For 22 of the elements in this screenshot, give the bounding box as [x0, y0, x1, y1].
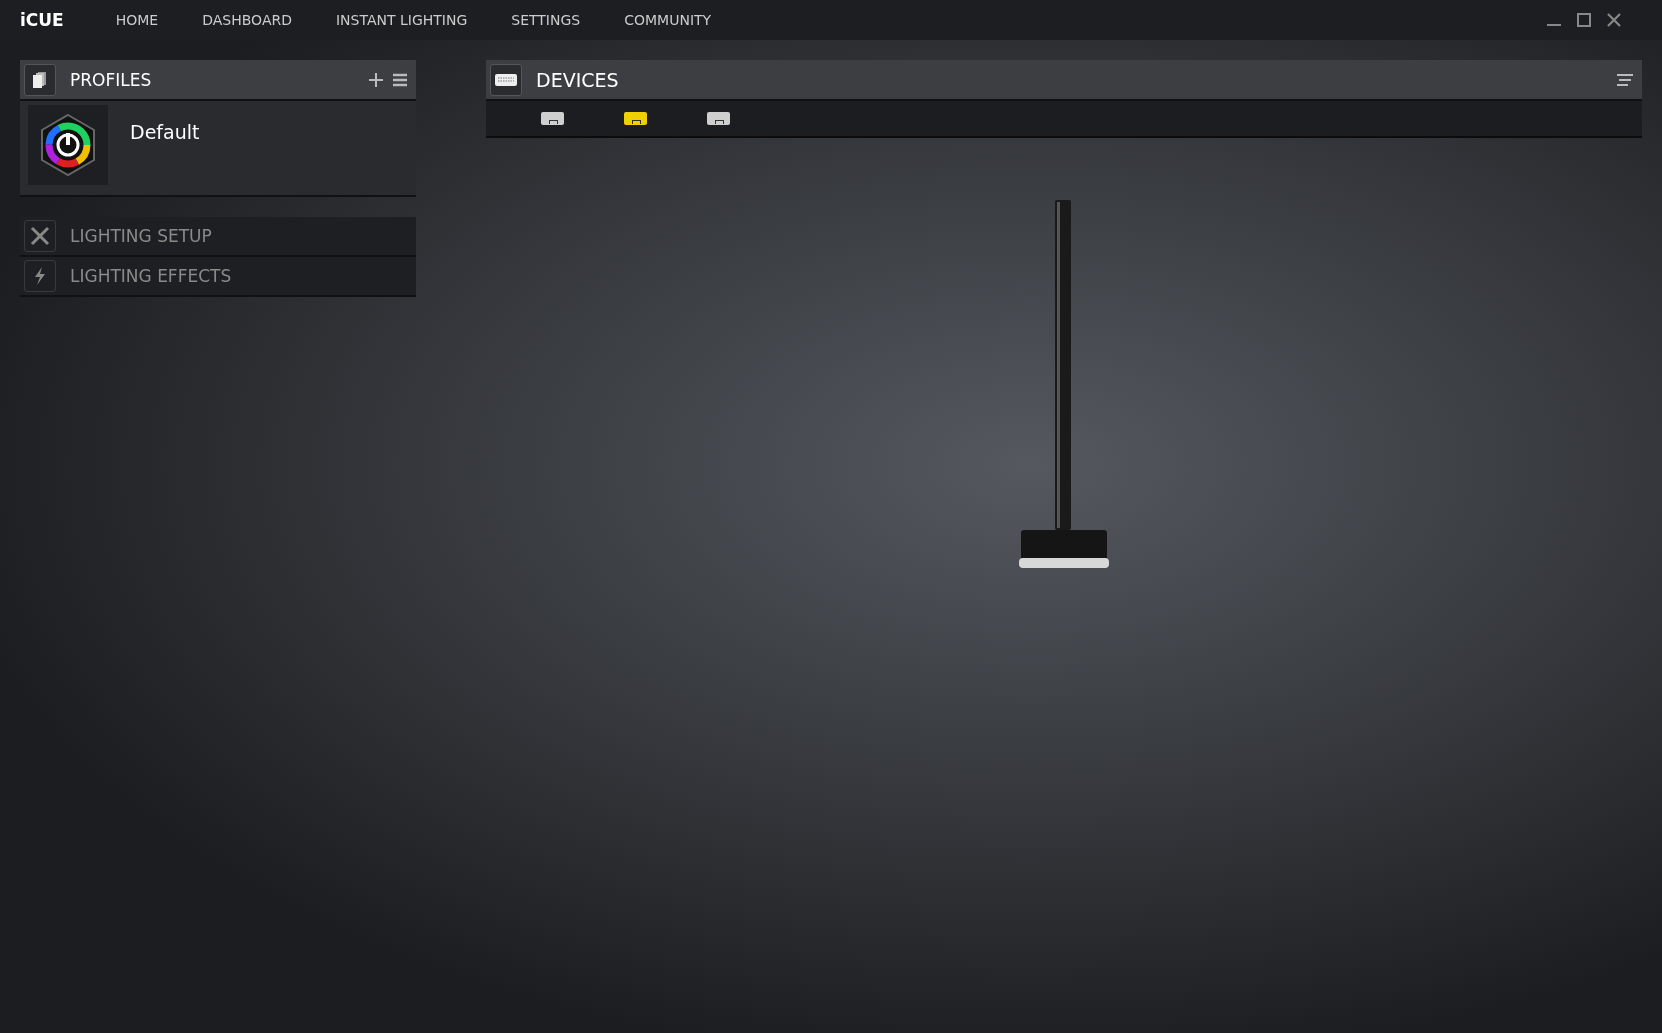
nav-tab[interactable]: DASHBOARD [180, 12, 314, 28]
close-icon[interactable] [1606, 12, 1622, 28]
profiles-title: PROFILES [70, 69, 153, 90]
device-tab[interactable] [707, 112, 730, 125]
nav-tab[interactable]: SETTINGS [489, 12, 603, 28]
nav-tab[interactable]: INSTANT LIGHTING [313, 12, 490, 28]
profile-logo-icon [28, 105, 108, 185]
menu-icon[interactable] [392, 71, 408, 88]
sort-icon[interactable] [1616, 72, 1634, 87]
add-icon[interactable] [368, 71, 384, 88]
keyboard-icon [490, 63, 522, 96]
device-tab[interactable] [541, 112, 564, 125]
profile-item[interactable]: Default [20, 101, 416, 197]
section-button[interactable]: LIGHTING SETUP [20, 217, 416, 257]
section-button[interactable]: LIGHTING EFFECTS [20, 257, 416, 297]
app-logo: iCUE [20, 10, 64, 30]
maximize-icon[interactable] [1576, 12, 1592, 28]
devices-title: DEVICES [536, 68, 620, 91]
profiles-icon [24, 63, 56, 96]
device-tab[interactable] [624, 112, 647, 125]
nav-tab[interactable]: COMMUNITY [602, 12, 734, 28]
nav-tab[interactable]: HOME [93, 12, 181, 28]
